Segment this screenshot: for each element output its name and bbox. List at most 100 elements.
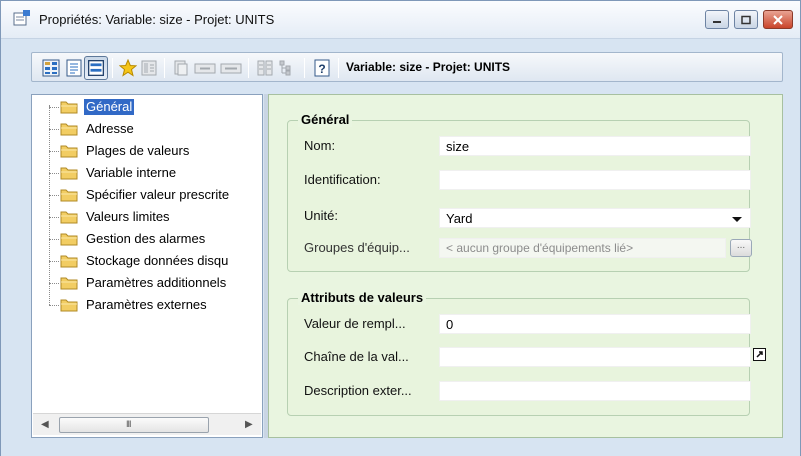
scroll-grip: III	[126, 419, 131, 429]
tree-branch-line	[49, 107, 59, 108]
value-attributes-group: Attributs de valeurs Valeur de rempl... …	[287, 290, 766, 416]
folder-icon	[60, 123, 78, 136]
maximize-icon	[741, 15, 751, 24]
tree-item-label: Gestion des alarmes	[86, 231, 206, 246]
tree-item-label: Stockage données disqu	[86, 253, 229, 268]
tree-item-label: Adresse	[86, 121, 134, 136]
value-attributes-group-title: Attributs de valeurs	[298, 290, 427, 305]
tree-horizontal-scrollbar[interactable]: ◀ III ▶	[33, 413, 261, 435]
folder-icon	[60, 277, 78, 290]
tree-item-label: Valeurs limites	[86, 209, 170, 224]
scroll-thumb[interactable]: III	[59, 417, 209, 433]
tree-item[interactable]: Valeurs limites	[32, 207, 262, 227]
close-icon	[773, 14, 783, 25]
help-icon[interactable]: ?	[313, 59, 331, 77]
link-arrow-icon	[756, 351, 763, 358]
properties-window: Propriétés: Variable: size - Projet: UNI…	[0, 0, 801, 456]
replacement-value-field[interactable]: 0	[439, 314, 751, 334]
properties-content: Général Nom: size Identification: Unité:…	[268, 94, 783, 438]
form-view-icon[interactable]	[84, 56, 108, 80]
tree-item[interactable]: Spécifier valeur prescrite	[32, 185, 262, 205]
field-icon[interactable]	[194, 59, 216, 77]
tree-item-label: Paramètres externes	[86, 297, 207, 312]
tree-item-label: Spécifier valeur prescrite	[86, 187, 230, 202]
tree-icon[interactable]	[278, 59, 296, 77]
identification-field[interactable]	[439, 170, 751, 190]
equipment-groups-label: Groupes d'équip...	[304, 240, 410, 255]
tree-branch-line	[49, 261, 59, 262]
toolbar-separator	[338, 58, 339, 78]
window-bottom-border	[1, 447, 800, 456]
maximize-button[interactable]	[734, 10, 758, 29]
tree-item[interactable]: Stockage données disqu	[32, 251, 262, 271]
folder-icon	[60, 101, 78, 114]
tree-branch-line	[49, 239, 59, 240]
scroll-left-icon[interactable]: ◀	[41, 419, 49, 430]
window-title: Propriétés: Variable: size - Projet: UNI…	[39, 12, 275, 27]
tree-branch-line	[49, 129, 59, 130]
tree-item-label: Variable interne	[86, 165, 177, 180]
folder-icon	[60, 167, 78, 180]
tree-item[interactable]: Paramètres additionnels	[32, 273, 262, 293]
identification-label: Identification:	[304, 172, 381, 187]
toolbar-object-title: Variable: size - Projet: UNITS	[346, 60, 511, 74]
folder-icon	[60, 211, 78, 224]
tree-branch-line	[49, 195, 59, 196]
folder-icon	[60, 145, 78, 158]
star-icon[interactable]	[119, 59, 137, 77]
toolbar-separator	[164, 58, 165, 78]
scroll-right-icon[interactable]: ▶	[245, 419, 253, 430]
toolbar: ? Variable: size - Projet: UNITS	[31, 52, 783, 82]
tree-item[interactable]: Adresse	[32, 119, 262, 139]
replacement-value-label: Valeur de rempl...	[304, 316, 406, 331]
name-field[interactable]: size	[439, 136, 751, 156]
name-label: Nom:	[304, 138, 336, 153]
tree-branch-line	[49, 173, 59, 174]
toolbar-separator	[304, 58, 305, 78]
field2-icon[interactable]	[220, 59, 242, 77]
value-string-link-button[interactable]	[753, 348, 766, 361]
tree-item[interactable]: Gestion des alarmes	[32, 229, 262, 249]
value-string-label: Chaîne de la val...	[304, 349, 409, 364]
tree-branch-line	[49, 283, 59, 284]
tree-branch-line	[49, 305, 59, 306]
external-description-label: Description exter...	[304, 383, 412, 398]
tree-item-label: Plages de valeurs	[86, 143, 190, 158]
svg-text:?: ?	[318, 62, 325, 76]
tree-item-label: Paramètres additionnels	[86, 275, 227, 290]
folder-icon	[60, 299, 78, 312]
folder-icon	[60, 255, 78, 268]
tree-item-label: Général	[84, 99, 135, 115]
folder-icon	[60, 189, 78, 202]
folder-icon	[60, 233, 78, 246]
unit-select-value: Yard	[446, 211, 473, 226]
copy-icon[interactable]	[172, 59, 190, 77]
minimize-icon	[713, 20, 721, 23]
minimize-button[interactable]	[705, 10, 729, 29]
equipment-groups-field[interactable]: < aucun groupe d'équipements lié>	[439, 238, 726, 258]
tree-branch-line	[49, 151, 59, 152]
general-group: Général Nom: size Identification: Unité:…	[287, 112, 752, 272]
tree-item[interactable]: Plages de valeurs	[32, 141, 262, 161]
tree-item[interactable]: Général	[32, 97, 262, 117]
external-description-field[interactable]	[439, 381, 751, 401]
title-bar[interactable]: Propriétés: Variable: size - Projet: UNI…	[1, 1, 800, 39]
unit-select[interactable]: Yard	[439, 208, 751, 228]
toolbar-separator	[112, 58, 113, 78]
toolbar-separator	[248, 58, 249, 78]
unit-label: Unité:	[304, 208, 338, 223]
properties-icon[interactable]	[140, 59, 158, 77]
value-string-field[interactable]	[439, 347, 751, 367]
properties-window-icon	[13, 10, 30, 26]
list-icon[interactable]	[65, 59, 83, 77]
equipment-groups-browse-button[interactable]: ...	[730, 239, 752, 257]
tree-item[interactable]: Variable interne	[32, 163, 262, 183]
grid-icon[interactable]	[42, 59, 60, 77]
tree-branch-line	[49, 217, 59, 218]
close-button[interactable]	[763, 10, 793, 29]
category-tree: Général Adresse Plages de valeurs Variable …	[31, 94, 263, 438]
chevron-down-icon[interactable]	[732, 217, 742, 222]
tree-item[interactable]: Paramètres externes	[32, 295, 262, 315]
general-group-title: Général	[298, 112, 353, 127]
split-icon[interactable]	[256, 59, 274, 77]
